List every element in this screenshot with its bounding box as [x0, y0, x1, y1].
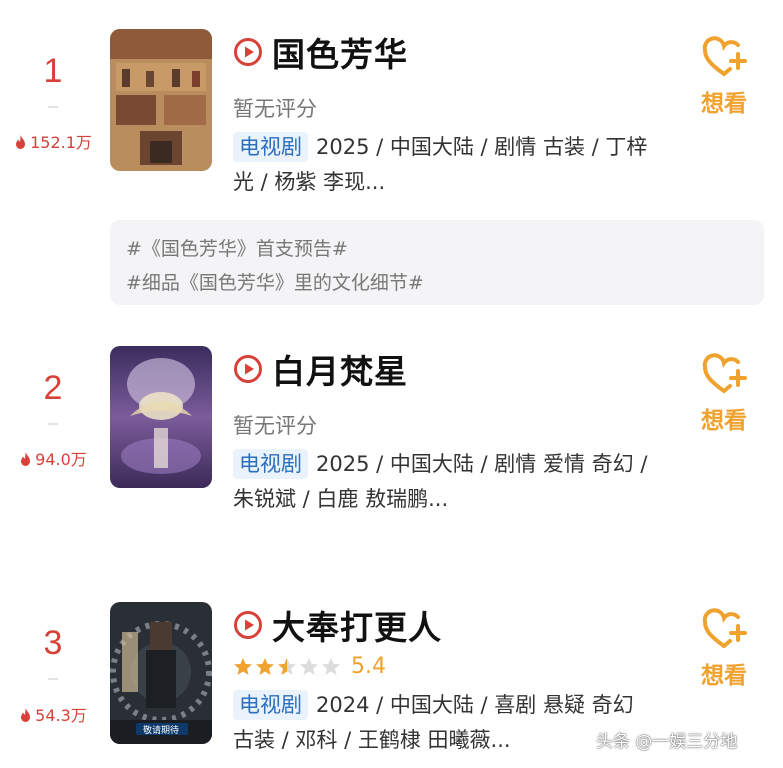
poster-image[interactable]: 敬请期待: [110, 602, 212, 744]
rank-number: 1: [43, 52, 63, 90]
want-to-watch-button[interactable]: 想看: [692, 353, 756, 435]
poster-caption: 敬请期待: [143, 724, 179, 736]
rating-score: 5.4: [351, 654, 386, 679]
info-line-2: 光 / 杨紫 李现...: [233, 170, 386, 194]
watermark: 头条 @一娱三分地: [596, 732, 738, 752]
poster-art: [110, 346, 212, 488]
star-icon: [234, 657, 252, 675]
show-title: 大奉打更人: [272, 608, 442, 647]
poster-image[interactable]: [110, 29, 212, 171]
want-to-watch-button[interactable]: 想看: [692, 608, 756, 690]
star-rating: [233, 657, 341, 677]
star-icon: [256, 657, 274, 675]
flame-icon: [21, 452, 31, 466]
play-circle-icon: [234, 38, 262, 66]
play-circle-icon: [234, 355, 262, 383]
want-label: 想看: [701, 408, 747, 434]
rank-divider: [48, 106, 58, 108]
title-row[interactable]: 大奉打更人: [233, 605, 442, 647]
category-badge: 电视剧: [233, 690, 308, 720]
heart-plus-icon: [702, 36, 747, 76]
heart-plus-icon: [702, 608, 747, 648]
heat-count: 152.1万: [0, 129, 106, 153]
topic-link-2[interactable]: #细品《国色芳华》里的文化细节#: [126, 268, 424, 295]
info-line-1: 2025 / 中国大陆 / 剧情 爱情 奇幻 /: [316, 452, 648, 476]
info-line-2: 古装 / 邓科 / 王鹤棣 田曦薇...: [233, 728, 511, 752]
rating-status: 暂无评分: [233, 97, 317, 121]
star-icon: [300, 657, 318, 675]
rating-row: 5.4: [233, 654, 386, 679]
info-line-1: 2024 / 中国大陆 / 喜剧 悬疑 奇幻: [316, 693, 634, 717]
heat-count: 94.0万: [0, 446, 106, 470]
show-info: 电视剧 2025 / 中国大陆 / 剧情 古装 / 丁梓 光 / 杨紫 李现...: [233, 130, 683, 200]
flame-icon: [21, 708, 31, 722]
poster-image[interactable]: [110, 346, 212, 488]
play-circle-icon: [234, 611, 262, 639]
show-title: 国色芳华: [272, 35, 408, 74]
info-line-2: 朱锐斌 / 白鹿 敖瑞鹏...: [233, 487, 449, 511]
show-info: 电视剧 2025 / 中国大陆 / 剧情 爱情 奇幻 / 朱锐斌 / 白鹿 敖瑞鹏…: [233, 447, 683, 517]
rank-divider: [48, 678, 58, 680]
want-label: 想看: [701, 663, 747, 689]
title-row[interactable]: 白月梵星: [233, 349, 408, 391]
rank-number: 2: [43, 369, 63, 407]
flame-icon: [16, 135, 26, 149]
star-icon: [322, 657, 340, 675]
category-badge: 电视剧: [233, 449, 308, 479]
star-icon: [278, 657, 296, 675]
info-line-1: 2025 / 中国大陆 / 剧情 古装 / 丁梓: [316, 135, 648, 159]
heart-plus-icon: [702, 353, 747, 393]
topic-box: #《国色芳华》首支预告# #细品《国色芳华》里的文化细节#: [110, 220, 764, 305]
heat-count: 54.3万: [0, 702, 106, 726]
want-to-watch-button[interactable]: 想看: [692, 36, 756, 118]
poster-art: 敬请期待: [110, 602, 212, 744]
topic-link-1[interactable]: #《国色芳华》首支预告#: [126, 234, 348, 261]
poster-art: [110, 29, 212, 171]
rank-divider: [48, 423, 58, 425]
title-row[interactable]: 国色芳华: [233, 32, 408, 74]
want-label: 想看: [701, 91, 747, 117]
rank-number: 3: [43, 624, 63, 662]
show-title: 白月梵星: [272, 352, 408, 391]
category-badge: 电视剧: [233, 132, 308, 162]
rating-status: 暂无评分: [233, 414, 317, 438]
